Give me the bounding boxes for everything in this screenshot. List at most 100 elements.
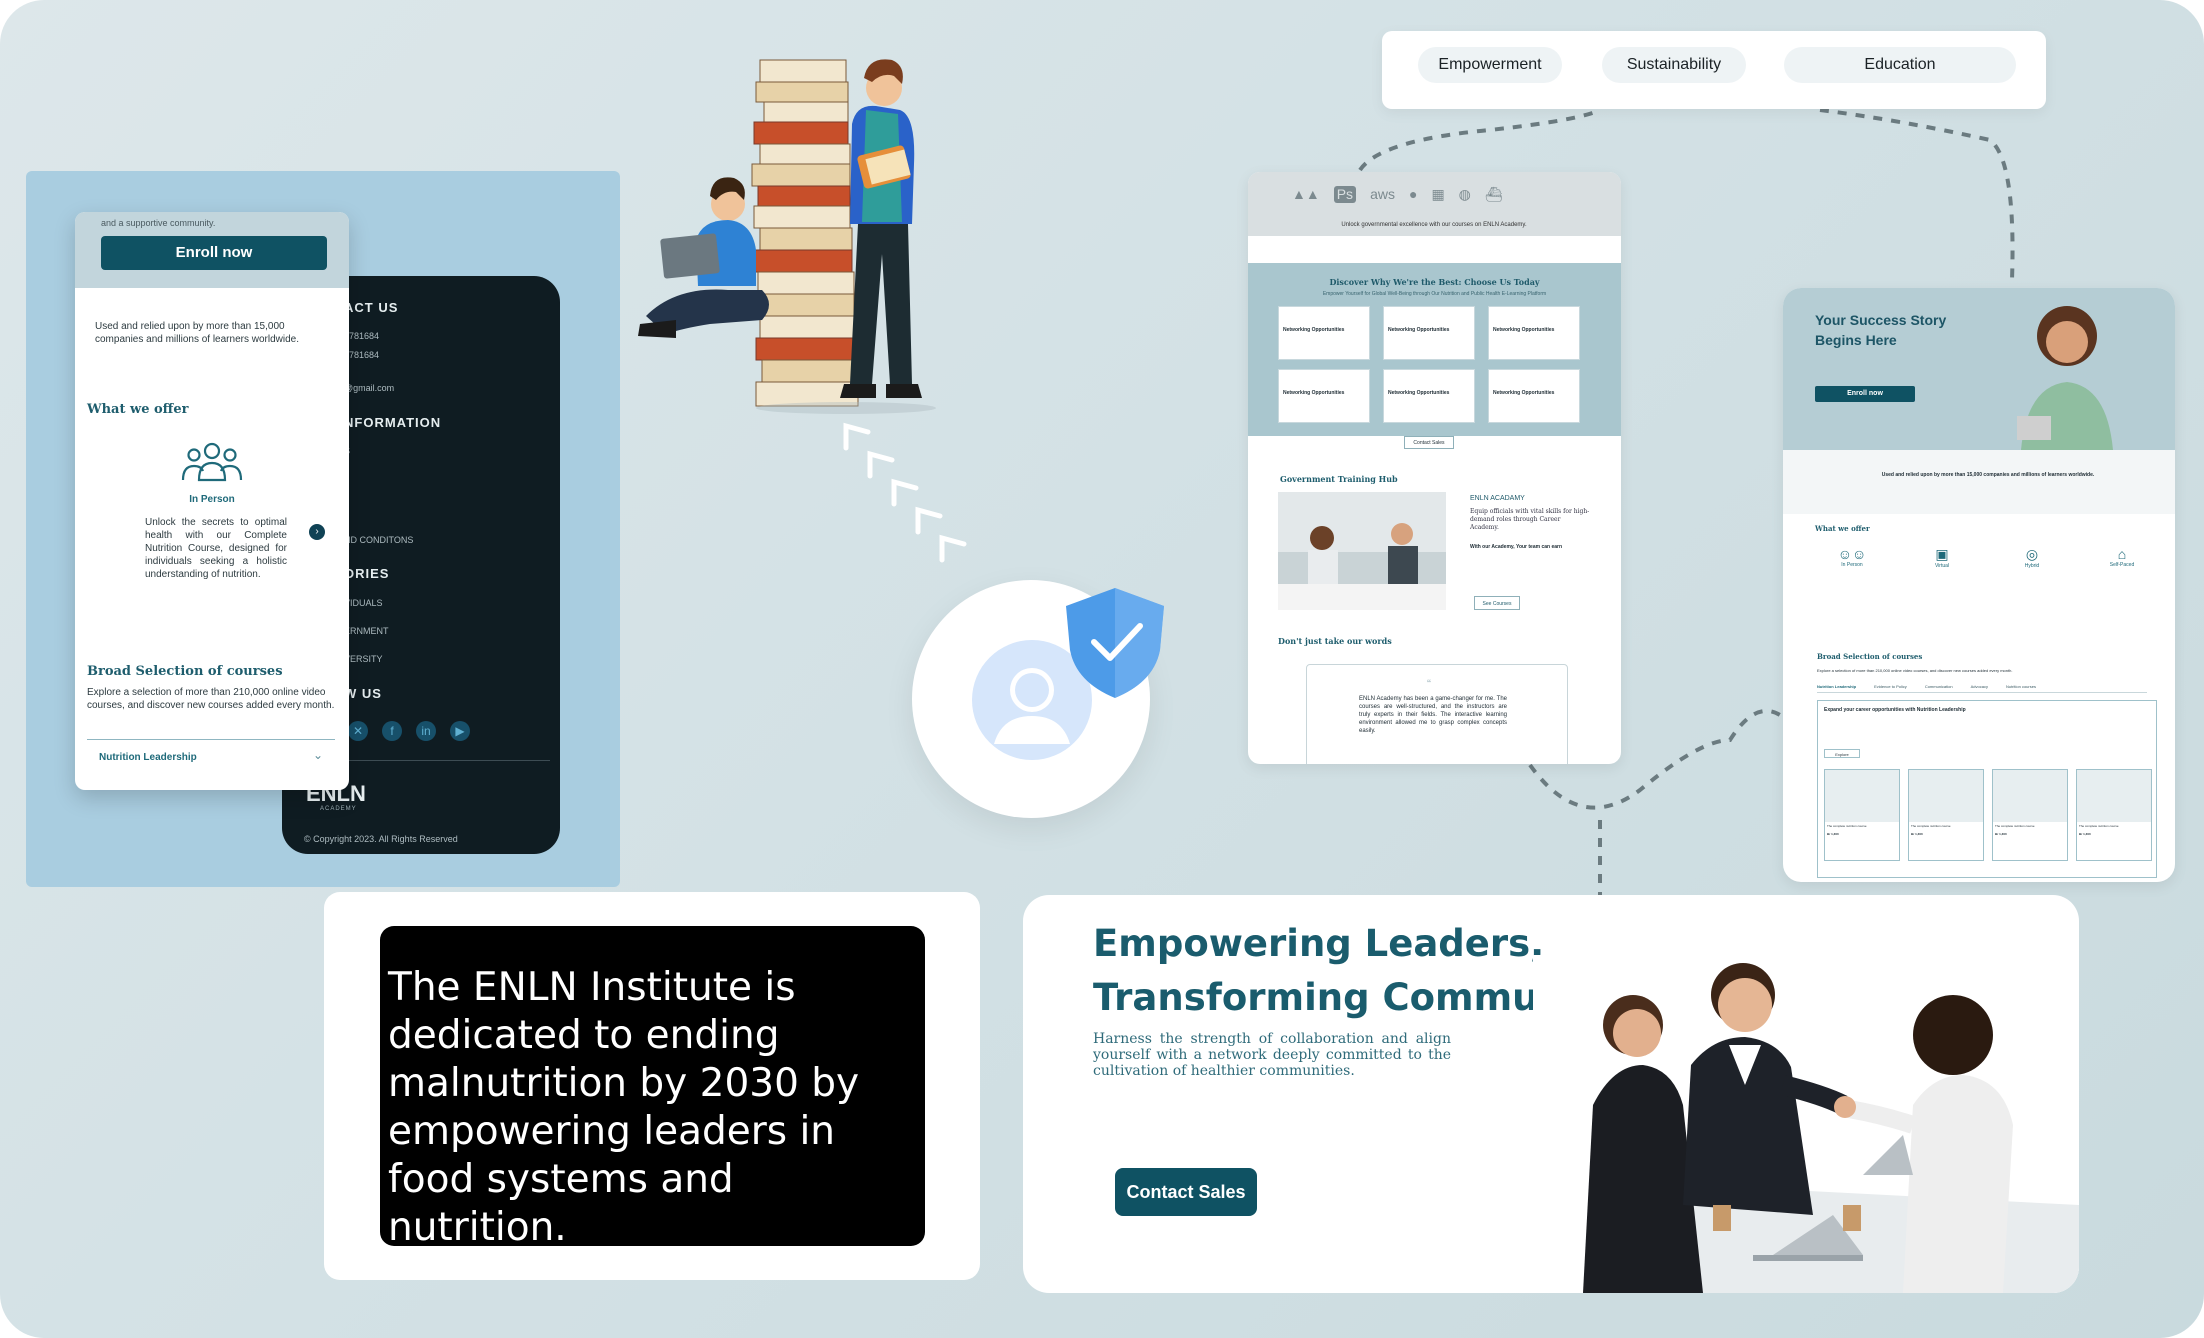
offer-description: Unlock the secrets to optimal health wit…	[145, 517, 287, 580]
course-card[interactable]: The complete nutrition course Br 1,300	[1908, 769, 1984, 861]
testimonial-card: “ ENLN Academy has been a game-changer f…	[1306, 664, 1568, 764]
copyright: © Copyright 2023. All Rights Reserved	[304, 834, 458, 844]
shield-check-icon	[1066, 588, 1164, 698]
stories-heading: ORIES	[344, 566, 390, 581]
testimonial-text: ENLN Academy has been a game-changer for…	[1359, 696, 1507, 734]
tab-nutrition-leadership[interactable]: Nutrition Leadership	[1817, 684, 1856, 689]
collage-canvas: ACT US 9781684 9781684 @gmail.com NFORMA…	[0, 0, 2204, 1338]
discord-logo-icon: ●	[1408, 186, 1418, 202]
student-woman-photo	[2017, 306, 2113, 450]
course-card[interactable]: The complete nutrition course Br 1,300	[1824, 769, 1900, 861]
chevron-trail-decoration	[843, 422, 967, 563]
trust-text: Used and relied upon by more than 15,000…	[95, 321, 299, 345]
contact-sales-mini-button[interactable]: Contact Sales	[1404, 436, 1454, 449]
people-group-icon	[181, 442, 243, 482]
business-handshake-photo	[1533, 955, 2079, 1293]
phone-number[interactable]: 9781684	[344, 350, 379, 360]
feature-card: Networking Opportunities	[1488, 306, 1580, 360]
tag-education[interactable]: Education	[1784, 47, 2016, 83]
partner-logos-bar: ▲▲ Ps aws ● ▦ ◍ ⛴ Unlock governmental ex…	[1248, 172, 1621, 236]
hybrid-icon: ◎	[2025, 546, 2039, 562]
offer-list: ☺☺ In Person ▣ Virtual ◎ Hybrid ⌂ Self-P…	[1817, 546, 2157, 569]
clipped-text: and a supportive community.	[101, 218, 216, 228]
tag-empowerment[interactable]: Empowerment	[1418, 47, 1562, 83]
footer-link[interactable]: VERSITY	[344, 654, 383, 664]
logo-strip: Used and relied upon by more than 15,000…	[1783, 450, 2175, 514]
footer-link[interactable]: VIDUALS	[344, 598, 383, 608]
see-courses-button[interactable]: See Courses	[1474, 596, 1520, 610]
facebook-icon[interactable]: f	[382, 721, 402, 741]
aws-logo-icon: aws	[1370, 186, 1395, 202]
quote-icon: “	[1427, 677, 1431, 691]
tab-advocacy[interactable]: Advocacy	[1971, 684, 1988, 689]
trust-text: Used and relied upon by more than 15,000…	[1881, 472, 2095, 478]
course-panel: Expand your career opportunities with Nu…	[1817, 700, 2157, 878]
meeting-photo	[1278, 492, 1446, 610]
chevron-down-icon[interactable]: ⌄	[313, 748, 323, 762]
section-heading: What we offer	[1815, 524, 1870, 533]
contact-sales-button[interactable]: Contact Sales	[1115, 1168, 1257, 1216]
twitter-x-icon[interactable]: ✕	[348, 721, 368, 741]
section-description: Explore a selection of more than 210,000…	[87, 687, 335, 711]
offer-item: ☺☺ In Person	[1817, 546, 1887, 569]
accordion-label[interactable]: Nutrition Leadership	[99, 752, 197, 763]
mission-statement-box: The ENLN Institute is dedicated to endin…	[380, 926, 925, 1250]
feature-card: Networking Opportunities	[1488, 369, 1580, 423]
docker-logo-icon: ⛴	[1484, 186, 1503, 202]
terms-link[interactable]: ND CONDITONS	[344, 535, 413, 545]
topic-tags-card: Empowerment Sustainability Education	[1382, 31, 2046, 109]
social-links: ✕ f in ▶	[348, 721, 470, 741]
mobile-topbar: and a supportive community. Enroll now	[75, 212, 349, 288]
hero-title: Your Success Story Begins Here	[1815, 312, 1947, 348]
offer-item: ⌂ Self-Paced	[2087, 546, 2157, 569]
band-title: Discover Why We're the Best: Choose Us T…	[1329, 277, 1540, 287]
youtube-icon[interactable]: ▶	[450, 721, 470, 741]
why-us-band: Discover Why We're the Best: Choose Us T…	[1248, 263, 1621, 449]
mission-statement: The ENLN Institute is dedicated to endin…	[388, 965, 860, 1250]
government-page-screenshot: ▲▲ Ps aws ● ▦ ◍ ⛴ Unlock governmental ex…	[1248, 172, 1621, 764]
tab-communication[interactable]: Communication	[1925, 684, 1953, 689]
footer-link[interactable]: ERNMENT	[344, 626, 389, 636]
feature-card: Networking Opportunities	[1278, 306, 1370, 360]
tab-nutrition-courses[interactable]: Nutrition courses	[2006, 684, 2036, 689]
academy-subheading: With our Academy, Your team can earn	[1470, 544, 1563, 550]
information-heading: NFORMATION	[344, 415, 442, 430]
hero-section: Your Success Story Begins Here Enroll no…	[1783, 288, 2175, 450]
photoshop-logo-icon: Ps	[1333, 186, 1357, 203]
course-card[interactable]: The complete nutrition course Br 1,300	[2076, 769, 2152, 861]
offer-title: In Person	[189, 494, 235, 505]
band-subtitle: Empower Yourself for Global Well-Being t…	[1322, 291, 1547, 297]
section-heading: What we offer	[87, 402, 189, 417]
monitor-user-icon: ▣	[1935, 546, 1949, 562]
offer-item: ▣ Virtual	[1907, 546, 1977, 569]
hub-heading: Government Training Hub	[1280, 474, 1398, 484]
enroll-button[interactable]: Enroll now	[1815, 386, 1915, 402]
academy-label: ENLN ACADAMY	[1470, 495, 1525, 502]
students-reading-illustration	[638, 59, 936, 414]
phone-number[interactable]: 9781684	[344, 331, 379, 341]
enroll-button[interactable]: Enroll now	[101, 236, 327, 270]
adidas-logo-icon: ▲▲	[1292, 186, 1320, 202]
email-link[interactable]: @gmail.com	[344, 383, 394, 393]
hero-subtitle: Harness the strength of collaboration an…	[1093, 1031, 1451, 1079]
landing-page-screenshot: Your Success Story Begins Here Enroll no…	[1783, 288, 2175, 882]
divider	[87, 739, 335, 740]
carousel-next-icon[interactable]: ›	[309, 524, 325, 540]
windows-logo-icon: ▦	[1431, 186, 1445, 202]
contact-heading: ACT US	[344, 300, 399, 315]
tag-sustainability[interactable]: Sustainability	[1602, 47, 1746, 83]
panel-title: Expand your career opportunities with Nu…	[1824, 707, 1966, 713]
hero-banner-card: Empowering Leaders, Transforming Communi…	[1023, 895, 2079, 1293]
course-card[interactable]: The complete nutrition course Br 1,300	[1992, 769, 2068, 861]
explore-button[interactable]: Explore	[1824, 749, 1860, 758]
cocacola-logo-icon: ◍	[1458, 186, 1471, 202]
offer-item: ◎ Hybrid	[1997, 546, 2067, 569]
feature-card: Networking Opportunities	[1383, 369, 1475, 423]
follow-heading: W US	[344, 686, 382, 701]
section-heading: Broad Selection of courses	[87, 664, 283, 679]
testimonial-heading: Don't just take our words	[1278, 636, 1392, 646]
tab-evidence-to-policy[interactable]: Evidence to Policy	[1874, 684, 1907, 689]
linkedin-icon[interactable]: in	[416, 721, 436, 741]
people-group-icon: ☺☺	[1837, 546, 1867, 562]
mobile-home-screen: and a supportive community. Enroll now U…	[75, 212, 349, 790]
